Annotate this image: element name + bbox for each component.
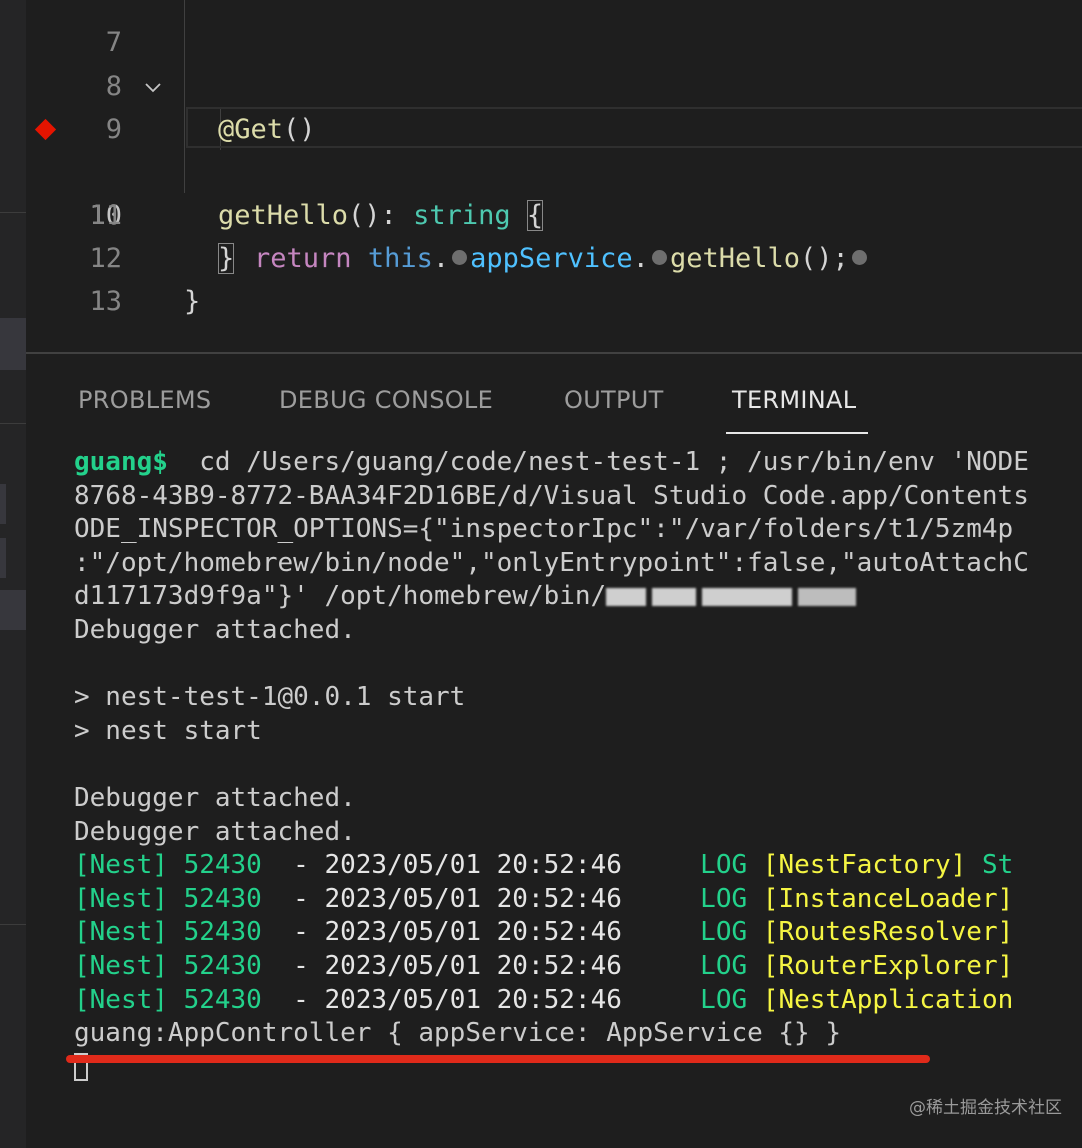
code-editor[interactable]: 7 8 @Get() 9 getHello(): string { 10 ret… (26, 0, 1082, 352)
bottom-panel: PROBLEMS DEBUG CONSOLE OUTPUT TERMINAL g… (26, 352, 1082, 1148)
redacted-block (652, 587, 697, 606)
redacted-block (606, 587, 647, 606)
code-line: 9 getHello(): string { (26, 65, 1082, 231)
tab-problems[interactable]: PROBLEMS (78, 370, 211, 430)
log-line: [Nest] 52430 - 2023/05/01 20:52:46 LOG [… (74, 984, 1014, 1015)
terminal-output[interactable]: guang$ cd /Users/guang/code/nest-test-1 … (74, 446, 1082, 1084)
active-tab-indicator (726, 432, 868, 434)
terminal-line: Debugger attached. (74, 782, 356, 813)
terminal-line: :"/opt/homebrew/bin/node","onlyEntrypoin… (74, 547, 1029, 578)
activity-item[interactable] (0, 318, 26, 370)
terminal-line: 8768-43B9-8772-BAA34F2D16BE/d/Visual Stu… (74, 480, 1029, 511)
code-line: 11 } (26, 151, 1082, 274)
shell-prompt: guang$ (74, 447, 168, 477)
terminal-line: > nest-test-1@0.0.1 start (74, 682, 466, 713)
activity-bar (0, 0, 26, 1148)
tab-output[interactable]: OUTPUT (564, 370, 664, 430)
log-line: [Nest] 52430 - 2023/05/01 20:52:46 LOG [… (74, 850, 1014, 881)
activity-item[interactable] (0, 590, 26, 630)
breakpoint-icon[interactable] (34, 118, 57, 141)
terminal-line: ODE_INSPECTOR_OPTIONS={"inspectorIpc":"/… (74, 514, 1014, 545)
activity-item[interactable] (0, 484, 6, 524)
code-line: 13 (26, 237, 1082, 317)
terminal-line-empty (74, 648, 1082, 682)
code-line: 8 @Get() (26, 22, 1082, 145)
line-number: 13 (89, 286, 122, 317)
debug-output-line: guang:AppController { appService: AppSer… (74, 1018, 842, 1049)
terminal-line-empty (74, 748, 1082, 782)
log-line: [Nest] 52430 - 2023/05/01 20:52:46 LOG [… (74, 883, 1014, 914)
terminal-line: Debugger attached. (74, 816, 356, 847)
log-line: [Nest] 52430 - 2023/05/01 20:52:46 LOG [… (74, 950, 1014, 981)
code-text: } (184, 286, 201, 317)
redacted-block (702, 587, 793, 606)
activity-item[interactable] (0, 538, 6, 578)
code-line: 12 } (26, 194, 1082, 317)
code-line: 7 (26, 0, 1082, 58)
tab-terminal[interactable]: TERMINAL (732, 370, 856, 430)
terminal-line: Debugger attached. (74, 614, 356, 645)
watermark: @稀土掘金技术社区 (909, 1098, 1062, 1118)
terminal-line: > nest start (74, 715, 262, 746)
activity-divider (0, 423, 26, 424)
activity-divider (0, 924, 26, 925)
log-line: [Nest] 52430 - 2023/05/01 20:52:46 LOG [… (74, 917, 1014, 948)
terminal-line: d117173d9f9a"}' /opt/homebrew/bin/ (74, 580, 1082, 614)
code-line: 10 return this. appService. getHello(); (26, 108, 1082, 274)
redacted-block (798, 587, 857, 606)
tab-debug-console[interactable]: DEBUG CONSOLE (279, 370, 493, 430)
terminal-line: guang$ cd /Users/guang/code/nest-test-1 … (74, 447, 1029, 477)
annotation-underline (66, 1055, 930, 1063)
chevron-down-icon[interactable] (144, 78, 162, 96)
activity-divider (0, 212, 26, 213)
